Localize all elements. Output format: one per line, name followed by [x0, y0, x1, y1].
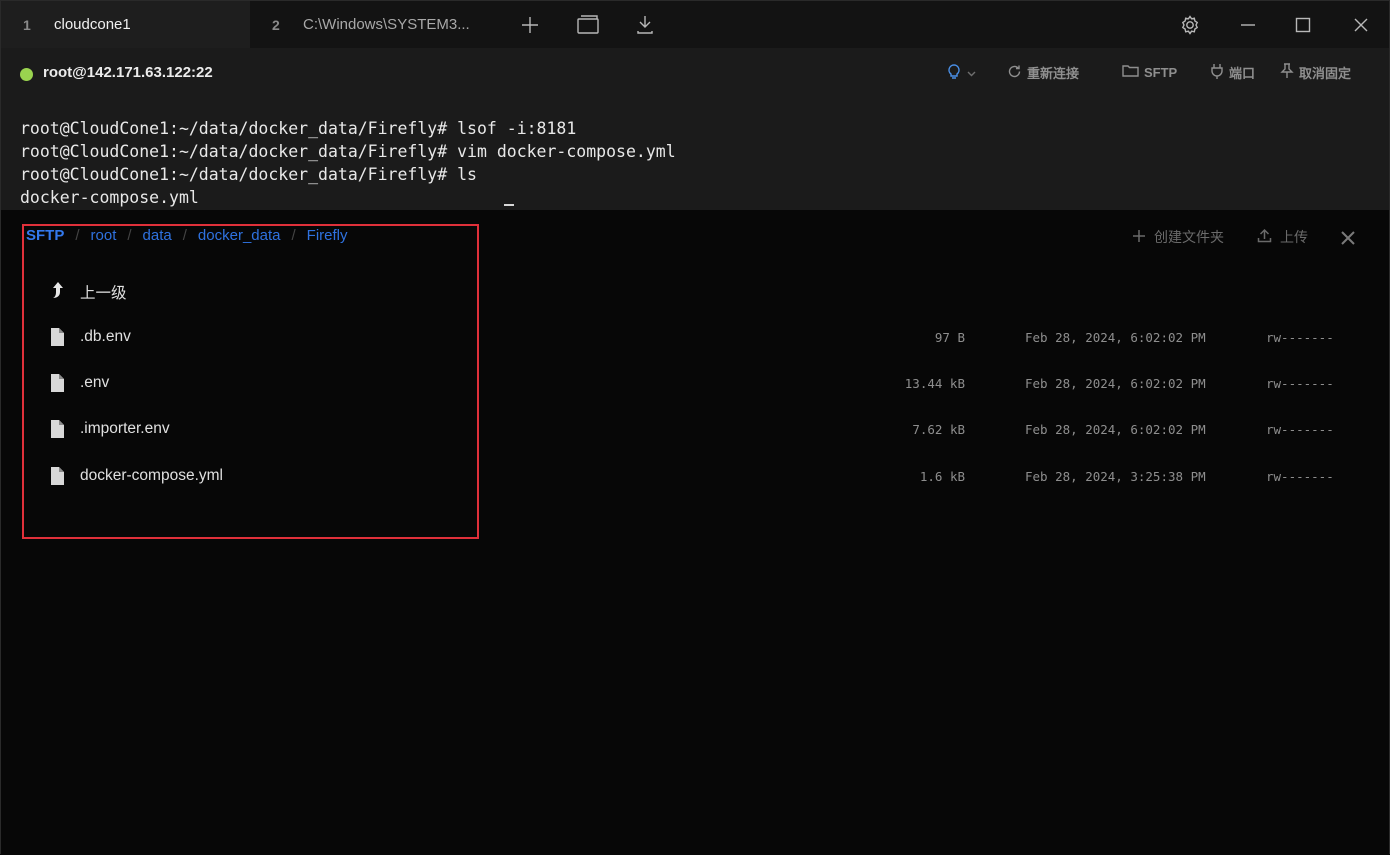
- session-header: root@142.171.63.122:22 重新连接 SFTP 端口 取消固定: [1, 48, 1389, 100]
- refresh-icon: [1007, 64, 1022, 82]
- new-tab-icon[interactable]: [516, 11, 544, 39]
- terminal-line: root@CloudCone1:~/data/docker_data/Firef…: [20, 119, 577, 138]
- upload-button[interactable]: 上传: [1257, 227, 1308, 247]
- plus-icon: [1132, 229, 1146, 246]
- connection-label: root@142.171.63.122:22: [43, 64, 213, 81]
- file-permissions: rw-------: [1266, 422, 1334, 437]
- file-size: 1.6 kB: [919, 469, 965, 484]
- tab-number: 1: [23, 16, 31, 33]
- file-permissions: rw-------: [1266, 469, 1334, 484]
- create-folder-button[interactable]: 创建文件夹: [1132, 227, 1224, 247]
- sftp-toggle-button[interactable]: SFTP: [1122, 63, 1177, 81]
- close-icon[interactable]: [1338, 228, 1358, 248]
- file-date: Feb 28, 2024, 6:02:02 PM: [1025, 422, 1206, 437]
- tab-title: cloudcone1: [54, 16, 131, 33]
- upload-label: 上传: [1280, 229, 1308, 245]
- hint-dropdown[interactable]: [946, 63, 976, 84]
- port-button[interactable]: 端口: [1210, 63, 1255, 82]
- maximize-icon[interactable]: [1289, 11, 1317, 39]
- plug-icon: [1210, 63, 1224, 82]
- unpin-label: 取消固定: [1299, 66, 1352, 81]
- reconnect-label: 重新连接: [1027, 66, 1080, 81]
- file-date: Feb 28, 2024, 6:02:02 PM: [1025, 330, 1206, 345]
- minimize-icon[interactable]: [1234, 11, 1262, 39]
- folder-icon: [1122, 63, 1139, 81]
- create-folder-label: 创建文件夹: [1154, 229, 1224, 245]
- tab-windows-cmd[interactable]: 2 C:\Windows\SYSTEM3...: [250, 1, 500, 48]
- terminal-line: root@CloudCone1:~/data/docker_data/Firef…: [20, 142, 676, 161]
- reconnect-button[interactable]: 重新连接: [1007, 63, 1079, 82]
- chevron-down-icon: [967, 66, 976, 81]
- pin-icon: [1280, 63, 1294, 82]
- terminal-app-window: 1 cloudcone1 2 C:\Windows\SYSTEM3... roo…: [0, 0, 1390, 855]
- file-size: 13.44 kB: [904, 376, 965, 391]
- window-layout-icon[interactable]: [574, 11, 602, 39]
- sftp-panel: SFTP / root / data / docker_data / Firef…: [1, 210, 1389, 855]
- annotation-highlight-box: [22, 224, 479, 539]
- terminal-line: docker-compose.yml: [20, 188, 199, 207]
- upload-icon: [1257, 228, 1272, 246]
- file-date: Feb 28, 2024, 3:25:38 PM: [1025, 469, 1206, 484]
- tab-cloudcone1[interactable]: 1 cloudcone1: [1, 1, 250, 48]
- download-icon[interactable]: [631, 11, 659, 39]
- file-permissions: rw-------: [1266, 330, 1334, 345]
- sftp-label: SFTP: [1144, 64, 1178, 80]
- terminal-output[interactable]: root@CloudCone1:~/data/docker_data/Firef…: [1, 100, 1389, 210]
- connection-status-dot: [20, 68, 33, 81]
- terminal-line: root@CloudCone1:~/data/docker_data/Firef…: [20, 165, 477, 184]
- close-window-icon[interactable]: [1347, 11, 1375, 39]
- port-label: 端口: [1229, 66, 1256, 81]
- file-date: Feb 28, 2024, 6:02:02 PM: [1025, 376, 1206, 391]
- file-size: 97 B: [934, 330, 965, 345]
- terminal-cursor: [504, 204, 514, 206]
- lightbulb-icon: [946, 63, 962, 84]
- unpin-button[interactable]: 取消固定: [1280, 63, 1351, 82]
- tab-number: 2: [272, 16, 280, 33]
- tab-bar: 1 cloudcone1 2 C:\Windows\SYSTEM3...: [1, 1, 1389, 48]
- tab-title: C:\Windows\SYSTEM3...: [303, 16, 470, 33]
- file-permissions: rw-------: [1266, 376, 1334, 391]
- gear-icon[interactable]: [1176, 11, 1204, 39]
- file-size: 7.62 kB: [912, 422, 965, 437]
